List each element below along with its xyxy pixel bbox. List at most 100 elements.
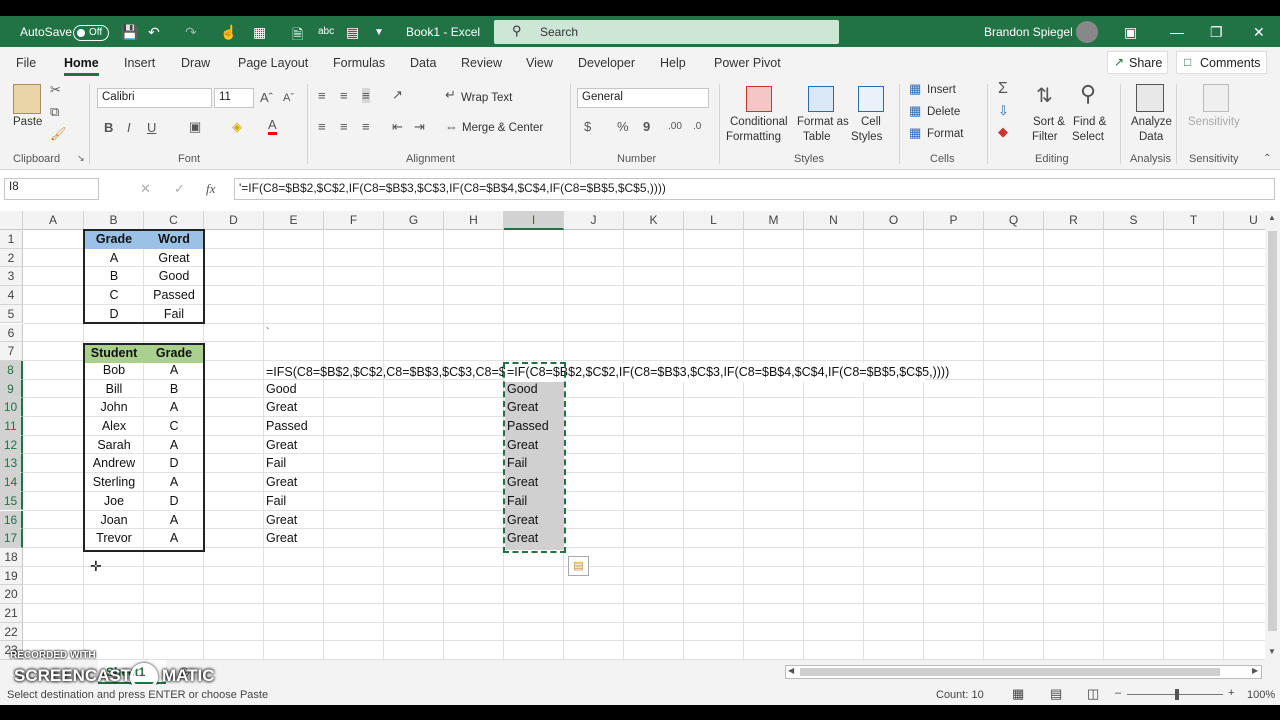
conditional-formatting-label-2[interactable]: Formatting [726,131,781,143]
column-e-cell[interactable]: Passed [266,417,308,436]
insert-function-icon[interactable]: fx [206,181,215,197]
format-cells-button[interactable]: Format [927,128,963,140]
formula-input[interactable]: '=IF(C8=$B$2,$C$2,IF(C8=$B$3,$C$3,IF(C8=… [234,178,1275,200]
column-header[interactable]: H [444,211,504,230]
format-as-table-label-2[interactable]: Table [803,131,831,143]
column-e-cell[interactable]: Great [266,511,297,530]
tab-formulas[interactable]: Formulas [333,56,385,70]
form-icon[interactable]: ▤ [346,24,359,41]
row-header[interactable]: 9 [0,379,23,399]
column-header[interactable]: L [684,211,744,230]
column-header[interactable]: G [384,211,444,230]
user-name[interactable]: Brandon Spiegel [984,25,1073,39]
scroll-up-icon[interactable]: ▲ [1268,213,1276,222]
insert-cells-button[interactable]: Insert [927,84,956,96]
align-center-icon[interactable]: ≡ [340,119,348,134]
tab-file[interactable]: File [16,56,36,70]
column-header[interactable]: B [84,211,144,230]
column-e-cell[interactable]: Fail [266,454,286,473]
zoom-level[interactable]: 100% [1247,689,1275,701]
vertical-scrollbar[interactable]: ▲ ▼ [1265,211,1280,660]
font-color-icon[interactable]: A [268,118,277,135]
row-header[interactable]: 6 [0,323,23,343]
row-header[interactable]: 3 [0,267,23,287]
format-painter-icon[interactable]: 🖌 [50,126,67,142]
number-format-select[interactable]: General [577,88,709,108]
sensitivity-button[interactable]: Sensitivity [1188,116,1240,128]
tab-home[interactable]: Home [64,56,99,70]
column-header[interactable]: R [1044,211,1104,230]
column-e-cell[interactable]: Great [266,398,297,417]
clear-icon[interactable]: ◆ [998,124,1008,140]
h-scroll-thumb[interactable] [800,668,1220,676]
column-e-cell[interactable]: Great [266,436,297,455]
row-header[interactable]: 12 [0,435,23,455]
column-e-cell[interactable]: Great [266,529,297,548]
align-right-icon[interactable]: ≡ [362,119,370,134]
column-e-cell[interactable]: Good [266,380,297,399]
decrease-decimal-icon[interactable]: .0 [693,121,701,132]
column-header[interactable]: E [264,211,324,230]
paste-icon[interactable] [13,84,41,114]
column-header[interactable]: J [564,211,624,230]
page-layout-view-icon[interactable]: ▤ [1050,686,1062,702]
column-header[interactable]: D [204,211,264,230]
row-header[interactable]: 10 [0,398,23,417]
column-e-cell[interactable]: Fail [266,492,286,511]
row-header[interactable]: 20 [0,585,23,604]
increase-indent-icon[interactable]: ⇥ [414,119,425,135]
row-header[interactable]: 11 [0,417,23,436]
row-header[interactable]: 22 [0,622,23,642]
cell-i8-formula[interactable]: =IF(C8=$B$2,$C$2,IF(C8=$B$3,$C$3,IF(C8=$… [507,363,949,382]
undo-icon[interactable]: ↶ [148,24,160,41]
font-size-select[interactable]: 11 [214,88,254,108]
fill-icon[interactable]: ⇩ [998,103,1009,119]
find-select-label-2[interactable]: Select [1072,131,1104,143]
column-header[interactable]: F [324,211,384,230]
collapse-ribbon-icon[interactable]: ⌃ [1263,153,1271,164]
italic-icon[interactable]: I [127,120,131,135]
tab-draw[interactable]: Draw [181,56,210,70]
share-button[interactable]: ↗ Share [1107,51,1168,74]
fill-color-icon[interactable]: ◈ [232,119,242,135]
name-box[interactable]: I8 [4,178,99,200]
page-break-view-icon[interactable]: ◫ [1087,686,1099,702]
row-header[interactable]: 17 [0,529,23,548]
column-header[interactable]: U [1224,211,1265,230]
normal-view-icon[interactable]: ▦ [1012,686,1024,702]
autosum-icon[interactable]: Σ [998,80,1008,98]
column-e-cell[interactable]: Great [266,473,297,492]
column-header[interactable]: I [504,211,564,230]
cell-e8-formula[interactable]: =IFS(C8=$B$2,$C$2,C8=$B$3,$C$3,C8=$B$ [266,363,521,382]
row-header[interactable]: 13 [0,454,23,474]
tab-developer[interactable]: Developer [578,56,635,70]
accounting-format-icon[interactable]: $ [584,119,591,134]
tab-help[interactable]: Help [660,56,686,70]
scroll-left-icon[interactable]: ◀ [788,666,794,675]
zoom-out-icon[interactable]: – [1115,687,1121,699]
paste-options-icon[interactable]: ▤ [568,556,589,576]
column-header[interactable]: Q [984,211,1044,230]
ribbon-display-icon[interactable]: ▣ [1124,24,1137,41]
merge-center-button[interactable]: Merge & Center [462,122,543,134]
minimize-icon[interactable]: — [1170,24,1184,40]
paste-button[interactable]: Paste [13,116,42,128]
horizontal-scrollbar[interactable]: ◀ ▶ [785,665,1262,679]
row-header[interactable]: 14 [0,473,23,492]
scroll-right-icon[interactable]: ▶ [1252,666,1258,675]
zoom-in-icon[interactable]: + [1228,687,1234,699]
column-header[interactable]: M [744,211,804,230]
tab-insert[interactable]: Insert [124,56,155,70]
orientation-icon[interactable]: ↗ [392,87,403,103]
column-header[interactable]: N [804,211,864,230]
align-middle-icon[interactable]: ≡ [340,88,348,103]
sort-filter-label-2[interactable]: Filter [1032,131,1058,143]
cell-styles-label-1[interactable]: Cell [861,116,881,128]
cell-styles-label-2[interactable]: Styles [851,131,882,143]
align-bottom-icon[interactable]: ≡ [362,88,370,103]
row-header[interactable]: 8 [0,360,23,380]
row-header[interactable]: 2 [0,248,23,268]
conditional-formatting-label-1[interactable]: Conditional [730,116,788,128]
align-left-icon[interactable]: ≡ [318,119,326,134]
comments-button[interactable]: □ Comments [1176,51,1267,74]
